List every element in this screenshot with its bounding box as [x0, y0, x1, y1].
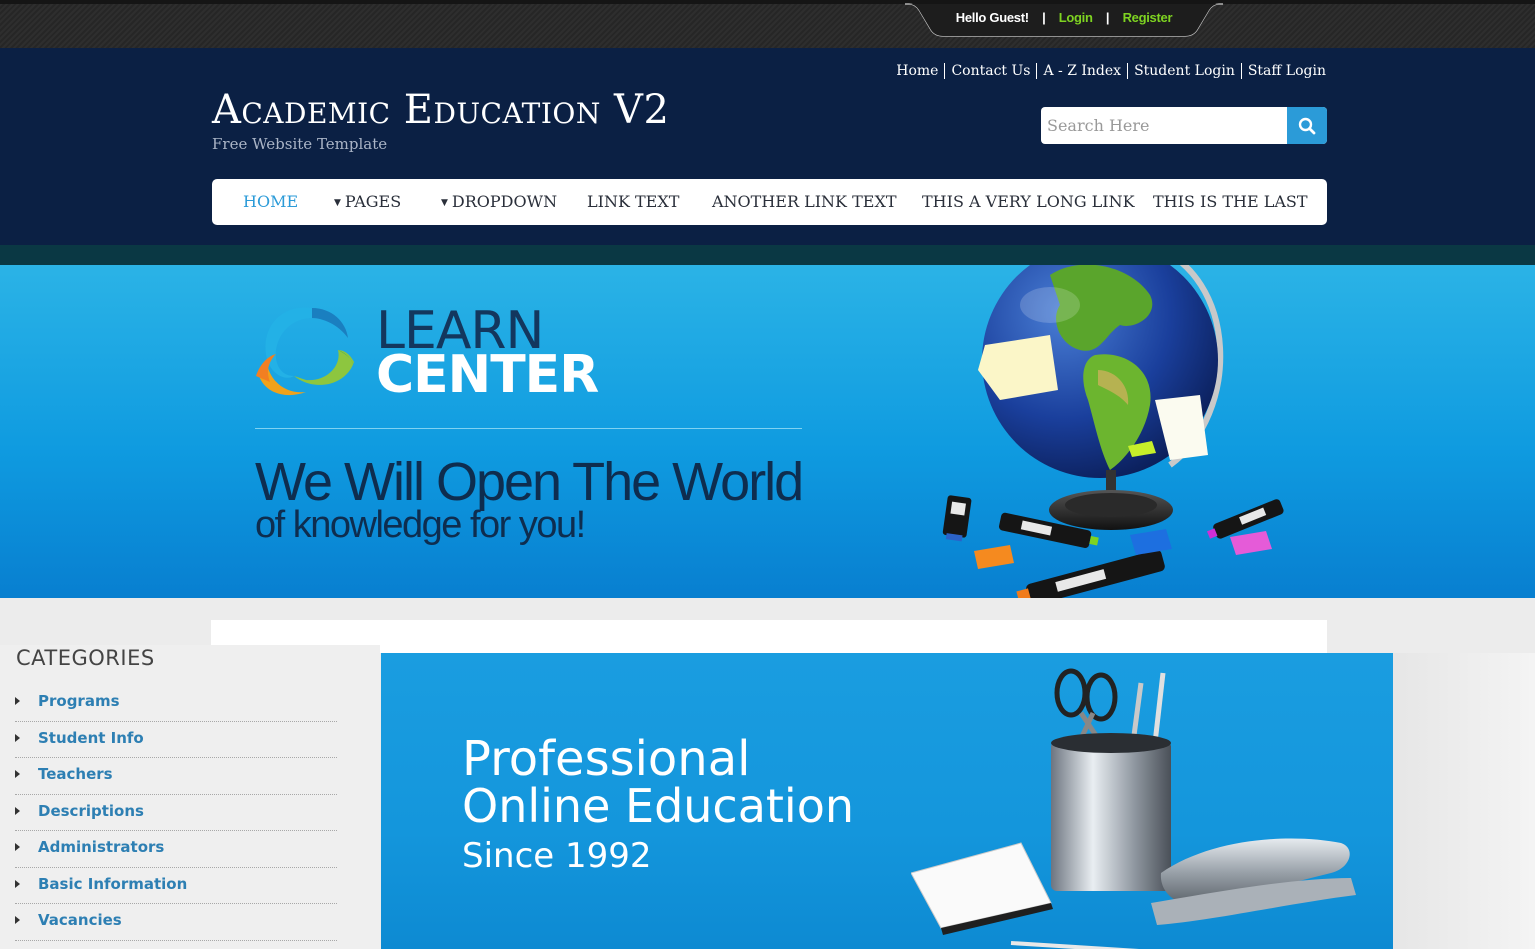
site-title[interactable]: Academic Education V2	[212, 90, 669, 130]
nav-label: DROPDOWN	[451, 192, 558, 211]
categories-list: Programs Student Info Teachers Descripti…	[15, 685, 337, 941]
nav-label: LINK TEXT	[587, 192, 680, 211]
nav-label: THIS A VERY LONG LINK	[922, 192, 1135, 211]
category-label[interactable]: Basic Information	[38, 875, 187, 893]
feature-line-3: Since 1992	[462, 836, 652, 876]
arrow-right-icon	[15, 879, 20, 888]
search-box	[1041, 107, 1327, 144]
globe-illustration-icon	[942, 265, 1284, 598]
nav-item-very-long-link[interactable]: THIS A VERY LONG LINK	[922, 179, 1135, 225]
brand-center: CENTER	[376, 345, 599, 405]
category-item[interactable]: Programs	[15, 685, 337, 722]
staff-login-link[interactable]: Staff Login	[1240, 63, 1326, 79]
category-item[interactable]: Teachers	[15, 758, 337, 795]
category-label[interactable]: Student Info	[38, 729, 144, 747]
separator: |	[1042, 10, 1046, 25]
caret-down-icon: ▼	[334, 198, 341, 208]
arrow-right-icon	[15, 733, 20, 742]
main-nav: HOME ▼ PAGES ▼ DROPDOWN LINK TEXT ANOTHER …	[212, 179, 1327, 225]
top-bar: Hello Guest! | Login | Register	[0, 0, 1535, 48]
divider	[255, 428, 802, 429]
category-label[interactable]: Administrators	[38, 838, 164, 856]
student-login-link[interactable]: Student Login	[1127, 63, 1241, 79]
nav-label: PAGES	[344, 192, 402, 211]
a-z-index-link[interactable]: A - Z Index	[1036, 63, 1128, 79]
arrow-right-icon	[15, 843, 20, 851]
separator: |	[1105, 10, 1110, 25]
category-label[interactable]: Teachers	[38, 765, 113, 783]
slogan-line-1: We Will Open The World	[255, 452, 804, 512]
caret-down-icon: ▼	[441, 198, 448, 208]
hero-banner: LEARN CENTER We Will Open The World of k…	[0, 265, 1535, 598]
category-label[interactable]: Programs	[38, 692, 120, 710]
contact-us-link[interactable]: Contact Us	[944, 63, 1037, 79]
arrow-right-icon	[15, 697, 20, 705]
search-input[interactable]	[1041, 107, 1281, 144]
nav-item-another-link-text[interactable]: ANOTHER LINK TEXT	[712, 179, 897, 225]
nav-item-dropdown[interactable]: ▼ DROPDOWN	[441, 179, 557, 225]
category-label[interactable]: Descriptions	[38, 802, 144, 820]
search-icon	[1298, 117, 1316, 134]
learn-center-logo-icon	[256, 307, 354, 396]
feature-line-1: Professional	[462, 731, 751, 787]
nav-item-last[interactable]: THIS IS THE LAST	[1153, 179, 1308, 225]
nav-label: HOME	[243, 192, 299, 211]
office-supplies-illustration-icon	[911, 668, 1356, 949]
nav-item-link-text[interactable]: LINK TEXT	[587, 179, 679, 225]
category-label[interactable]: Vacancies	[38, 911, 122, 929]
nav-item-home[interactable]: HOME	[243, 179, 298, 225]
greeting-text: Hello Guest!	[955, 10, 1029, 25]
category-item[interactable]: Student Info	[15, 722, 337, 758]
header-strip	[0, 245, 1535, 265]
feature-slide[interactable]: Professional Online Education Since 1992	[381, 653, 1393, 949]
register-link[interactable]: Register	[1123, 10, 1173, 25]
slogan-line-2: of knowledge for you!	[255, 504, 586, 546]
user-tab: Hello Guest! | Login | Register	[905, 0, 1223, 40]
feature-line-2: Online Education	[462, 779, 855, 833]
category-item[interactable]: Vacancies	[15, 904, 337, 941]
nav-label: THIS IS THE LAST	[1153, 192, 1308, 211]
category-item[interactable]: Descriptions	[15, 795, 337, 831]
utility-links: Home Contact Us A - Z Index Student Login St…	[890, 63, 1326, 79]
right-margin	[1393, 653, 1535, 949]
nav-item-pages[interactable]: ▼ PAGES	[334, 179, 401, 225]
arrow-right-icon	[15, 916, 20, 924]
home-link[interactable]: Home	[890, 63, 944, 79]
site-subtitle: Free Website Template	[212, 135, 388, 153]
user-links: Hello Guest! | Login | Register	[905, 10, 1223, 25]
arrow-right-icon	[15, 806, 20, 815]
category-item[interactable]: Administrators	[15, 831, 337, 868]
arrow-right-icon	[15, 770, 20, 778]
header: Home Contact Us A - Z Index Student Login St…	[0, 48, 1535, 245]
categories-heading: CATEGORIES	[16, 646, 155, 670]
login-link[interactable]: Login	[1059, 10, 1093, 25]
search-button[interactable]	[1287, 107, 1327, 144]
nav-label: ANOTHER LINK TEXT	[712, 192, 897, 211]
categories-sidebar: CATEGORIES Programs Student Info Teacher…	[0, 645, 380, 949]
category-item[interactable]: Basic Information	[15, 868, 337, 904]
